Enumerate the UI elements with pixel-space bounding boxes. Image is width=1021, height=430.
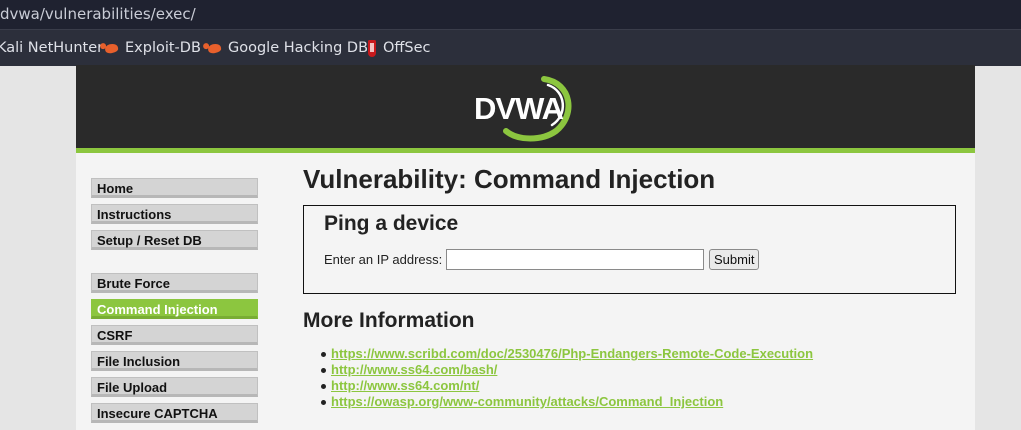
submit-button[interactable]: Submit	[709, 249, 760, 270]
ip-address-input[interactable]	[446, 249, 704, 270]
link-scribd[interactable]: https://www.scribd.com/doc/2530476/Php-E…	[331, 346, 813, 361]
bookmark-google-hacking-db[interactable]: Google Hacking DB	[207, 30, 369, 66]
ping-form-box: Ping a device Enter an IP address: Submi…	[303, 205, 956, 294]
sidebar-item-command-injection[interactable]: Command Injection	[91, 299, 258, 319]
bookmark-exploit-db[interactable]: Exploit-DB	[104, 30, 201, 66]
ping-heading: Ping a device	[324, 212, 459, 235]
sidebar-item-setup-reset-db[interactable]: Setup / Reset DB	[91, 230, 258, 250]
logo-text: DVWA	[474, 91, 564, 126]
dragon-icon	[104, 41, 119, 55]
sidebar-item-home[interactable]: Home	[91, 178, 258, 198]
bookmark-label: Exploit-DB	[125, 40, 201, 56]
link-ss64-bash[interactable]: http://www.ss64.com/bash/	[331, 362, 497, 377]
list-item: http://www.ss64.com/nt/	[320, 378, 813, 394]
dvwa-logo: DVWA	[474, 76, 572, 142]
bookmark-label: Google Hacking DB	[228, 40, 369, 56]
sidebar-item-csrf[interactable]: CSRF	[91, 325, 258, 345]
list-item: https://www.scribd.com/doc/2530476/Php-E…	[320, 346, 813, 362]
link-owasp[interactable]: https://owasp.org/www-community/attacks/…	[331, 394, 723, 409]
page-title: Vulnerability: Command Injection	[303, 164, 716, 194]
page-header: DVWA	[76, 65, 975, 148]
list-item: http://www.ss64.com/bash/	[320, 362, 813, 378]
more-information-heading: More Information	[303, 309, 475, 332]
bookmark-offsec[interactable]: OffSec	[368, 30, 431, 66]
bookmark-kali-nethunter[interactable]: Kali NetHunter	[0, 30, 103, 66]
link-ss64-nt[interactable]: http://www.ss64.com/nt/	[331, 378, 479, 393]
bookmark-label: OffSec	[383, 40, 431, 56]
sidebar-item-insecure-captcha[interactable]: Insecure CAPTCHA	[91, 403, 258, 423]
offsec-icon	[368, 39, 376, 57]
more-information-links: https://www.scribd.com/doc/2530476/Php-E…	[320, 346, 813, 410]
bookmark-label: Kali NetHunter	[0, 40, 104, 56]
sidebar-item-brute-force[interactable]: Brute Force	[91, 273, 258, 293]
sidebar-item-file-upload[interactable]: File Upload	[91, 377, 258, 397]
address-bar-url[interactable]: dvwa/vulnerabilities/exec/	[0, 5, 196, 23]
bookmarks-bar: Kali NetHunter Exploit-DB Google Hacking…	[0, 29, 1021, 66]
list-item: https://owasp.org/www-community/attacks/…	[320, 394, 813, 410]
dvwa-page: DVWA Home Instructions Setup / Reset DB …	[76, 65, 975, 430]
header-accent-line	[76, 148, 975, 153]
sidebar-item-instructions[interactable]: Instructions	[91, 204, 258, 224]
sidebar-item-file-inclusion[interactable]: File Inclusion	[91, 351, 258, 371]
dragon-icon	[207, 41, 222, 55]
ip-address-label: Enter an IP address:	[324, 252, 443, 267]
address-bar[interactable]: dvwa/vulnerabilities/exec/	[0, 0, 1021, 29]
